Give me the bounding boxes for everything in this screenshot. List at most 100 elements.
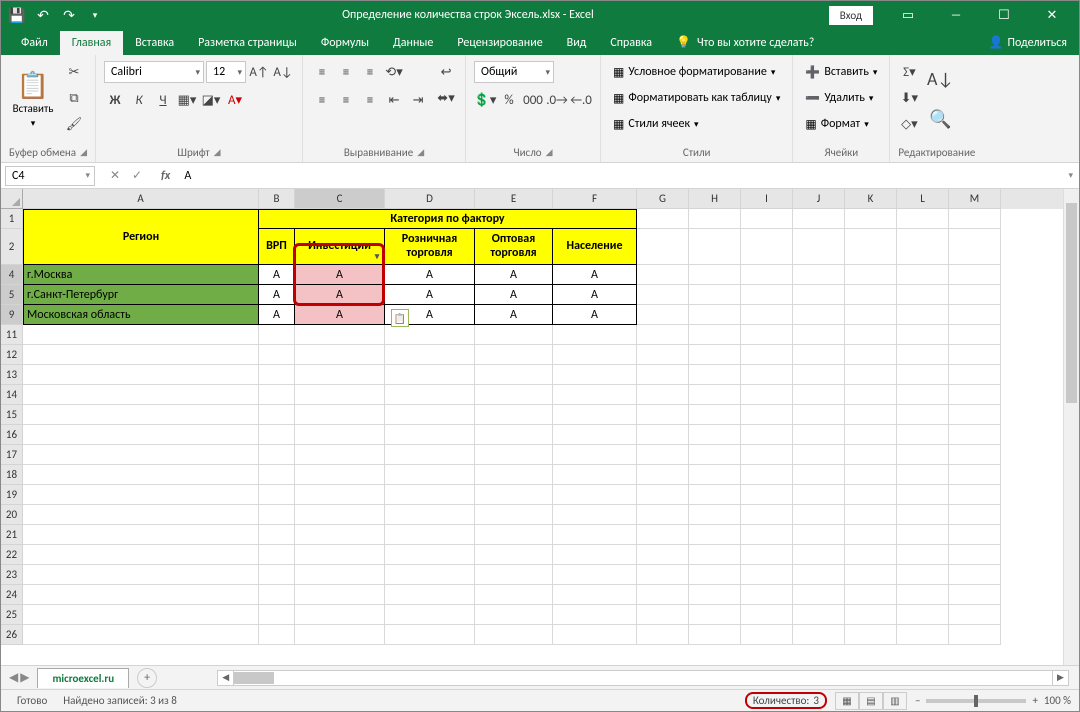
cell[interactable] [637,325,689,345]
share-button[interactable]: 👤Поделиться [977,30,1079,55]
orientation-icon[interactable]: ⟲▾ [383,61,405,83]
cell[interactable] [741,365,793,385]
increase-decimal-icon[interactable]: .0→ [546,89,568,111]
cell[interactable] [741,425,793,445]
cell[interactable] [689,565,741,585]
row-header-11[interactable]: 11 [1,325,23,345]
cell-grid[interactable]: РегионКатегория по факторуВРПИнвестиции▾… [23,209,1079,645]
cell[interactable] [259,545,295,565]
cell[interactable] [741,565,793,585]
cell[interactable] [949,565,1001,585]
increase-indent-icon[interactable]: ⇥ [407,89,429,111]
cell[interactable] [475,385,553,405]
cell[interactable] [741,209,793,229]
cell[interactable] [689,525,741,545]
percent-icon[interactable]: % [498,89,520,111]
tab-file[interactable]: Файл [9,31,60,55]
cell[interactable] [259,625,295,645]
cell[interactable] [385,565,475,585]
cell[interactable] [793,285,845,305]
cell[interactable]: A [259,265,295,285]
cell[interactable]: A [475,305,553,325]
cell[interactable] [897,605,949,625]
cell[interactable] [897,325,949,345]
minimize-icon[interactable]: ― [933,1,979,29]
cell-styles-button[interactable]: ▦Стили ячеек▾ [609,113,784,135]
cell[interactable] [793,505,845,525]
cell[interactable] [845,585,897,605]
row-header-12[interactable]: 12 [1,345,23,365]
cell[interactable] [553,625,637,645]
cell[interactable] [553,385,637,405]
cell[interactable] [553,565,637,585]
cell[interactable] [689,545,741,565]
cell[interactable] [845,325,897,345]
cut-icon[interactable]: ✂ [63,61,85,83]
row-header-2[interactable]: 2 [1,229,23,265]
cell[interactable] [295,445,385,465]
cell[interactable] [793,605,845,625]
cell[interactable] [845,445,897,465]
cell[interactable] [897,545,949,565]
name-box[interactable]: C4 [5,166,95,186]
qat-dropdown-icon[interactable]: ▾ [83,3,107,27]
cell[interactable]: A [385,265,475,285]
col-header-A[interactable]: A [23,189,259,209]
cell[interactable] [689,265,741,285]
fx-icon[interactable]: fx [153,169,178,183]
cell[interactable] [259,565,295,585]
format-painter-icon[interactable]: 🖌 [63,113,85,135]
cell[interactable] [741,405,793,425]
tab-view[interactable]: Вид [555,31,599,55]
cell[interactable] [689,505,741,525]
cell[interactable] [637,565,689,585]
cell[interactable] [949,285,1001,305]
cell[interactable] [295,625,385,645]
cell[interactable] [295,585,385,605]
dialog-launcher-icon[interactable]: ◢ [80,147,87,158]
cell[interactable] [259,605,295,625]
cell[interactable]: A [475,265,553,285]
cell[interactable] [689,365,741,385]
cell[interactable] [845,305,897,325]
cell[interactable] [949,365,1001,385]
cell[interactable] [793,525,845,545]
cell[interactable] [949,229,1001,265]
cell[interactable] [553,325,637,345]
cell[interactable] [637,365,689,385]
align-bottom-icon[interactable]: ≡ [359,61,381,83]
undo-icon[interactable]: ↶ [31,3,55,27]
sheet-tab[interactable]: microexcel.ru [37,668,129,688]
cell[interactable] [793,209,845,229]
cell[interactable] [845,545,897,565]
ribbon-display-icon[interactable]: ▭ [885,1,931,29]
cell[interactable] [385,425,475,445]
col-header-J[interactable]: J [793,189,845,209]
cell[interactable] [897,405,949,425]
cell[interactable] [949,425,1001,445]
page-break-icon[interactable]: ▥ [883,692,907,710]
row-header-21[interactable]: 21 [1,525,23,545]
cell[interactable] [689,465,741,485]
cell[interactable] [741,505,793,525]
cell[interactable] [385,545,475,565]
cell[interactable] [949,405,1001,425]
cell[interactable] [741,445,793,465]
row-header-22[interactable]: 22 [1,545,23,565]
bold-icon[interactable]: Ж [104,89,126,111]
col-header-D[interactable]: D [385,189,475,209]
cell[interactable] [741,265,793,285]
cell[interactable] [897,385,949,405]
cell[interactable] [949,265,1001,285]
col-header-H[interactable]: H [689,189,741,209]
cell[interactable] [793,345,845,365]
cell[interactable] [637,385,689,405]
copy-icon[interactable]: ⧉ [63,87,85,109]
cell[interactable] [259,325,295,345]
cell[interactable] [475,545,553,565]
cell[interactable] [295,425,385,445]
cell[interactable] [845,229,897,265]
cell[interactable] [23,325,259,345]
cell[interactable] [793,445,845,465]
cell[interactable]: г.Санкт-Петербург [23,285,259,305]
